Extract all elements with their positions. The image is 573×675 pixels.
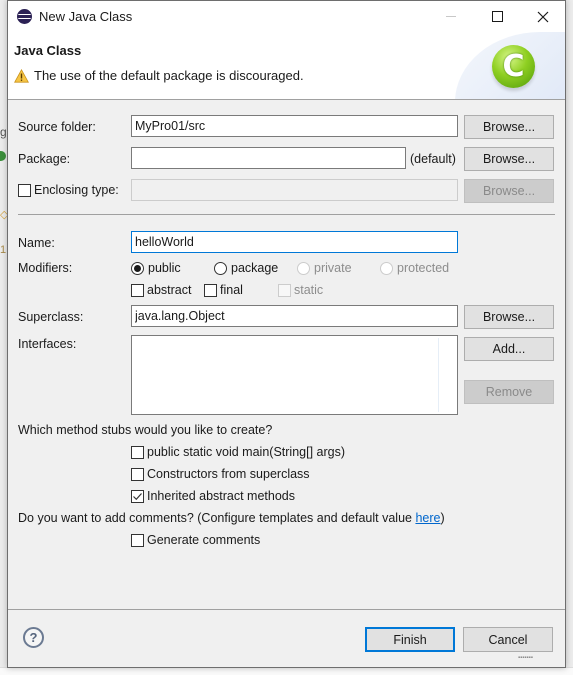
separator <box>18 214 555 215</box>
minimize-button[interactable] <box>428 1 474 32</box>
superclass-input[interactable] <box>131 305 458 327</box>
help-icon: ? <box>29 630 38 645</box>
close-icon <box>537 11 549 22</box>
eclipse-icon <box>17 9 32 24</box>
enclosing-type-label: Enclosing type: <box>34 183 119 197</box>
source-folder-label: Source folder: <box>18 120 96 134</box>
interfaces-list[interactable] <box>131 335 458 415</box>
ide-partial-text: g <box>0 125 7 139</box>
checkbox-box <box>131 489 144 503</box>
modifier-abstract-label: abstract <box>147 283 192 297</box>
modifier-package-radio[interactable]: package <box>214 261 278 275</box>
ide-line-number: 1 <box>0 244 7 256</box>
checkbox-box <box>278 283 291 297</box>
wizard-heading: Java Class <box>14 43 82 58</box>
maximize-button[interactable] <box>474 1 520 32</box>
stub-main-checkbox[interactable]: public static void main(String[] args) <box>131 445 345 459</box>
minimize-icon <box>446 16 456 17</box>
checkbox-box <box>18 183 31 197</box>
new-java-class-dialog: New Java Class Java Class The use of the… <box>7 0 566 668</box>
wizard-warning: The use of the default package is discou… <box>14 68 304 83</box>
stub-constructors-checkbox[interactable]: Constructors from superclass <box>131 467 310 481</box>
modifier-protected-radio: protected <box>380 261 449 275</box>
finish-button[interactable]: Finish <box>365 627 455 652</box>
warning-icon <box>14 68 29 83</box>
configure-templates-link[interactable]: here <box>415 511 440 525</box>
checkmark-icon <box>133 492 142 500</box>
footer-separator <box>8 609 565 610</box>
checkbox-box <box>131 283 144 297</box>
stub-inherited-abstract-label: Inherited abstract methods <box>147 489 295 503</box>
warning-message: The use of the default package is discou… <box>34 68 304 83</box>
generate-comments-label: Generate comments <box>147 533 261 547</box>
radio-circle <box>380 261 393 275</box>
radio-selected-dot <box>134 264 141 272</box>
modifier-private-radio: private <box>297 261 352 275</box>
help-button[interactable]: ? <box>23 627 44 648</box>
modifier-final-label: final <box>220 283 243 297</box>
modifier-static-label: static <box>294 283 324 297</box>
modifier-abstract-checkbox[interactable]: abstract <box>131 283 191 297</box>
add-interface-button[interactable]: Add... <box>464 337 554 361</box>
modifier-private-label: private <box>314 261 352 275</box>
modifier-public-label: public <box>148 261 181 275</box>
modifiers-label: Modifiers: <box>18 261 73 275</box>
comments-question-suffix: ) <box>440 511 445 525</box>
enclosing-type-input <box>131 179 458 201</box>
generate-comments-checkbox[interactable]: Generate comments <box>131 533 260 547</box>
comments-question: Do you want to add comments? (Configure … <box>18 511 445 525</box>
close-button[interactable] <box>520 1 566 32</box>
java-class-wizard-icon: C <box>492 45 535 88</box>
stub-constructors-label: Constructors from superclass <box>147 467 310 481</box>
package-default-hint: (default) <box>410 152 456 166</box>
radio-circle <box>131 261 144 275</box>
modifier-static-checkbox: static <box>278 283 323 297</box>
superclass-browse-button[interactable]: Browse... <box>464 305 554 329</box>
checkbox-box <box>131 467 144 481</box>
list-column-divider <box>438 338 439 412</box>
window-title: New Java Class <box>39 9 133 24</box>
remove-interface-button: Remove <box>464 380 554 404</box>
class-icon-glyph: C <box>502 49 525 84</box>
radio-circle <box>297 261 310 275</box>
source-folder-input[interactable] <box>131 115 458 137</box>
name-label: Name: <box>18 236 55 250</box>
stub-main-label: public static void main(String[] args) <box>147 445 345 459</box>
class-name-input[interactable] <box>131 231 458 253</box>
enclosing-type-checkbox[interactable]: Enclosing type: <box>18 183 119 197</box>
modifier-public-radio[interactable]: public <box>131 261 181 275</box>
modifier-protected-label: protected <box>397 261 450 275</box>
stub-inherited-abstract-checkbox[interactable]: Inherited abstract methods <box>131 489 295 503</box>
superclass-label: Superclass: <box>18 310 84 324</box>
comments-question-text: Do you want to add comments? (Configure … <box>18 511 416 525</box>
title-bar[interactable]: New Java Class <box>8 1 565 32</box>
enclosing-type-browse-button: Browse... <box>464 179 554 203</box>
checkbox-box <box>204 283 217 297</box>
ide-right-edge <box>565 0 573 675</box>
package-input[interactable] <box>131 147 406 169</box>
method-stubs-question: Which method stubs would you like to cre… <box>18 423 273 437</box>
wizard-banner: Java Class The use of the default packag… <box>8 32 565 100</box>
package-label: Package: <box>18 152 71 166</box>
watermark: ▪▪▪▪▪▪▪ <box>518 655 533 661</box>
radio-circle <box>214 261 227 275</box>
modifier-package-label: package <box>231 261 279 275</box>
source-folder-browse-button[interactable]: Browse... <box>464 115 554 139</box>
cancel-button[interactable]: Cancel <box>463 627 553 652</box>
interfaces-label: Interfaces: <box>18 337 77 351</box>
modifier-final-checkbox[interactable]: final <box>204 283 243 297</box>
maximize-icon <box>491 11 503 22</box>
ide-bottom-edge <box>0 667 573 675</box>
checkbox-box <box>131 533 144 547</box>
checkbox-box <box>131 445 144 459</box>
package-browse-button[interactable]: Browse... <box>464 147 554 171</box>
